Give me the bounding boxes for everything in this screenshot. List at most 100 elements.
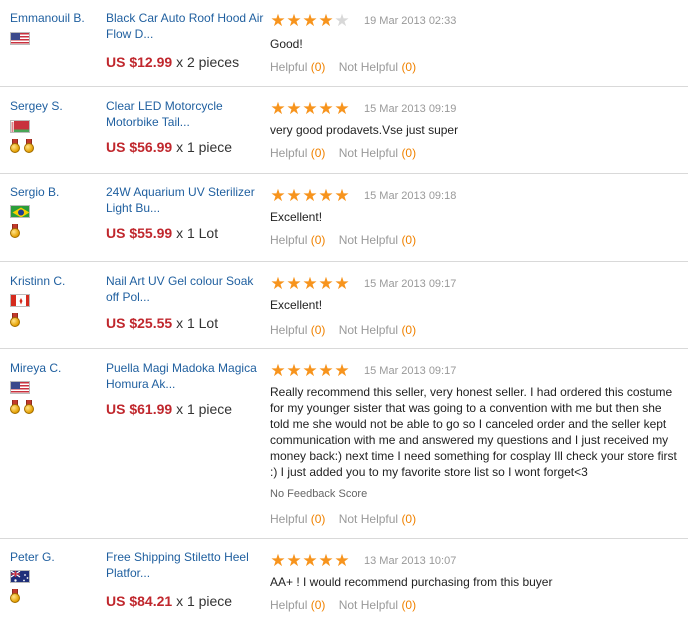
star-icon: ★ — [286, 550, 302, 570]
review-comment: Good! — [270, 37, 303, 51]
review-comment: AA+ ! I would recommend purchasing from … — [270, 575, 553, 589]
star-icon: ★ — [334, 360, 350, 380]
buyer-name-link[interactable]: Emmanouil B. — [10, 10, 100, 26]
buyer-name-link[interactable]: Sergey S. — [10, 98, 100, 114]
buyer-name-link[interactable]: Mireya C. — [10, 360, 100, 376]
product-link[interactable]: Black Car Auto Roof Hood Air Flow D... — [106, 10, 266, 42]
helpful-link[interactable]: Helpful (0) — [270, 60, 325, 74]
buyer-name-link[interactable]: Peter G. — [10, 549, 100, 565]
quantity: x 1 piece — [176, 401, 233, 417]
quantity: x 1 Lot — [176, 315, 219, 331]
star-icon: ★ — [318, 10, 334, 30]
buyer-name-link[interactable]: Sergio B. — [10, 184, 100, 200]
star-icon: ★ — [286, 360, 302, 380]
review-item: Peter G. Free Shipping Stiletto Heel Pla… — [0, 539, 688, 631]
buyer-badges — [10, 313, 100, 327]
star-rating: ★★★★★ — [270, 360, 350, 380]
star-icon: ★ — [286, 185, 302, 205]
price: US $56.99 — [106, 139, 173, 155]
product-link[interactable]: 24W Aquarium UV Sterilizer Light Bu... — [106, 184, 266, 216]
star-icon: ★ — [318, 185, 334, 205]
star-icon: ★ — [270, 360, 286, 380]
star-icon: ★ — [286, 98, 302, 118]
star-icon: ★ — [270, 10, 286, 30]
buyer-badges — [10, 139, 100, 153]
star-icon: ★ — [302, 550, 318, 570]
no-feedback-score: No Feedback Score — [270, 488, 368, 500]
quantity: x 1 piece — [176, 593, 233, 609]
star-icon: ★ — [302, 273, 318, 293]
star-icon: ★ — [334, 273, 350, 293]
br-flag-icon — [10, 205, 30, 218]
review-item: Sergey S. Clear LED Motorcycle Motorbike… — [0, 87, 688, 174]
star-icon: ★ — [302, 360, 318, 380]
product-link[interactable]: Clear LED Motorcycle Motorbike Tail... — [106, 98, 266, 130]
product-link[interactable]: Nail Art UV Gel colour Soak off Pol... — [106, 273, 266, 305]
price: US $12.99 — [106, 54, 173, 70]
medal-icon — [10, 224, 20, 238]
star-icon: ★ — [318, 360, 334, 380]
star-icon: ★ — [286, 273, 302, 293]
au-flag-icon — [10, 570, 30, 583]
review-item: Mireya C. Puella Magi Madoka Magica Homu… — [0, 349, 688, 539]
star-icon: ★ — [270, 185, 286, 205]
star-rating: ★★★★★ — [270, 98, 350, 118]
not-helpful-link[interactable]: Not Helpful (0) — [339, 233, 416, 247]
star-icon: ★ — [302, 98, 318, 118]
star-icon: ★ — [270, 550, 286, 570]
helpful-link[interactable]: Helpful (0) — [270, 598, 325, 612]
star-empty-icon: ★ — [334, 10, 350, 30]
not-helpful-link[interactable]: Not Helpful (0) — [339, 323, 416, 337]
product-link[interactable]: Puella Magi Madoka Magica Homura Ak... — [106, 360, 266, 392]
product-link[interactable]: Free Shipping Stiletto Heel Platfor... — [106, 549, 266, 581]
price: US $55.99 — [106, 225, 173, 241]
star-icon: ★ — [318, 550, 334, 570]
ca-flag-icon — [10, 294, 30, 307]
star-icon: ★ — [318, 98, 334, 118]
medal-icon — [10, 589, 20, 603]
star-icon: ★ — [270, 98, 286, 118]
helpful-link[interactable]: Helpful (0) — [270, 233, 325, 247]
medal-icon — [24, 400, 34, 414]
review-date: 15 Mar 2013 09:17 — [364, 364, 457, 377]
quantity: x 2 pieces — [176, 54, 240, 70]
not-helpful-link[interactable]: Not Helpful (0) — [339, 60, 416, 74]
medal-icon — [10, 313, 20, 327]
buyer-name-link[interactable]: Kristinn C. — [10, 273, 100, 289]
not-helpful-link[interactable]: Not Helpful (0) — [339, 598, 416, 612]
star-icon: ★ — [302, 185, 318, 205]
helpful-link[interactable]: Helpful (0) — [270, 146, 325, 160]
star-icon: ★ — [270, 273, 286, 293]
price: US $84.21 — [106, 593, 173, 609]
quantity: x 1 Lot — [176, 225, 219, 241]
star-rating: ★★★★★ — [270, 550, 350, 570]
helpful-link[interactable]: Helpful (0) — [270, 323, 325, 337]
review-comment: Excellent! — [270, 298, 323, 312]
review-comment: Really recommend this seller, very hones… — [270, 385, 677, 479]
review-date: 15 Mar 2013 09:18 — [364, 189, 457, 202]
star-icon: ★ — [318, 273, 334, 293]
medal-icon — [10, 139, 20, 153]
star-icon: ★ — [334, 185, 350, 205]
us-flag-icon — [10, 381, 30, 394]
not-helpful-link[interactable]: Not Helpful (0) — [339, 512, 416, 526]
buyer-badges — [10, 589, 100, 603]
quantity: x 1 piece — [176, 139, 233, 155]
review-comment: Excellent! — [270, 210, 323, 224]
star-rating: ★★★★★ — [270, 185, 350, 205]
price: US $25.55 — [106, 315, 173, 331]
review-item: Kristinn C. Nail Art UV Gel colour Soak … — [0, 262, 688, 349]
not-helpful-link[interactable]: Not Helpful (0) — [339, 146, 416, 160]
medal-icon — [24, 139, 34, 153]
review-item: Sergio B. 24W Aquarium UV Sterilizer Lig… — [0, 174, 688, 262]
star-icon: ★ — [334, 550, 350, 570]
star-icon: ★ — [302, 10, 318, 30]
star-rating: ★★★★★ — [270, 10, 350, 30]
review-date: 15 Mar 2013 09:17 — [364, 277, 457, 290]
review-date: 19 Mar 2013 02:33 — [364, 14, 457, 27]
star-icon: ★ — [286, 10, 302, 30]
medal-icon — [10, 400, 20, 414]
helpful-link[interactable]: Helpful (0) — [270, 512, 325, 526]
feedback-list: Emmanouil B. Black Car Auto Roof Hood Ai… — [0, 0, 688, 631]
star-icon: ★ — [334, 98, 350, 118]
